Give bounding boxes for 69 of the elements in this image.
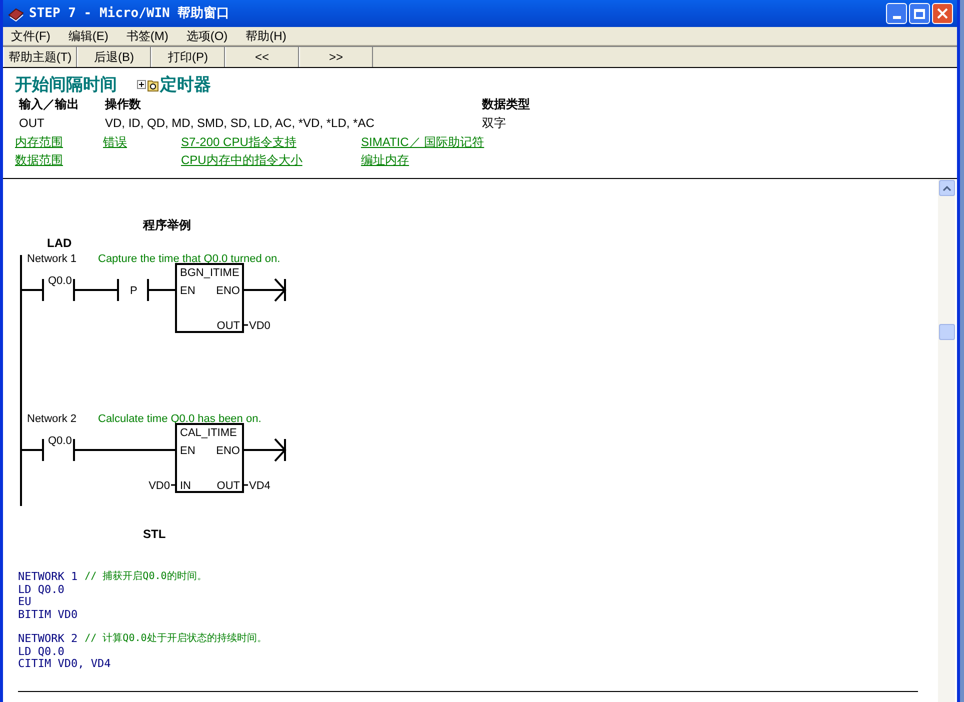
column-header: 操作数 — [104, 96, 142, 113]
operand-label: VD0 — [148, 480, 170, 492]
help-link[interactable]: 编址内存 — [361, 152, 409, 169]
column-header: 数据类型 — [480, 96, 531, 113]
operand-label: VD4 — [249, 480, 270, 492]
menu-item[interactable]: 书签(M) — [122, 27, 172, 45]
code-line: EU — [18, 596, 32, 608]
toolbar-button[interactable]: 帮助主题(T) — [3, 47, 77, 67]
help-link[interactable]: SIMATIC／ 国际助记符 — [361, 134, 484, 151]
network-label: Network 2 — [27, 413, 77, 425]
coil-arrow — [242, 278, 286, 302]
contact-label: Q0.0 — [48, 435, 72, 447]
topic-title: 开始间隔时间 — [15, 76, 117, 92]
code-line: BITIM VD0 — [18, 608, 79, 621]
network-label: Network 1 — [27, 253, 77, 265]
pin-label: OUT — [216, 480, 240, 492]
minimize-button[interactable] — [886, 3, 907, 24]
stl-label: STL — [143, 526, 166, 543]
network-comment: Capture the time that Q0.0 turned on. — [98, 253, 280, 265]
scroll-up-button[interactable] — [938, 180, 954, 196]
function-box — [175, 263, 244, 333]
pin-label: OUT — [216, 320, 240, 332]
toolbar-button[interactable]: >> — [299, 47, 373, 67]
code-line: CITIM VD0, VD4 — [18, 658, 112, 670]
toolbar-button[interactable]: 后退(B) — [77, 47, 151, 67]
box-title: CAL_ITIME — [180, 427, 237, 439]
edge-label: P — [130, 285, 138, 297]
code-line: LD Q0.0 — [18, 646, 66, 658]
network-comment: Calculate time Q0.0 has been on. — [98, 413, 262, 425]
book-icon — [7, 6, 25, 22]
menu-item[interactable]: 帮助(H) — [242, 27, 290, 45]
toolbar-button[interactable]: << — [225, 47, 299, 67]
help-link[interactable]: CPU内存中的指令大小 — [181, 152, 302, 169]
close-icon — [937, 8, 948, 19]
menu-item[interactable]: 文件(F) — [7, 27, 54, 45]
contact-label: Q0.0 — [48, 275, 72, 287]
code-comment: // 计算Q0.0处于开启状态的持续时间。 — [84, 633, 267, 646]
coil-arrow — [242, 438, 286, 462]
table-cell-text: VD, ID, QD, MD, SMD, SD, LD, AC, *VD, *LD, *AC — [104, 115, 376, 132]
lad-label: LAD — [47, 235, 72, 252]
operand-label: VD0 — [249, 320, 270, 332]
scroll-thumb[interactable] — [938, 324, 954, 340]
pin-label: EN — [180, 285, 196, 297]
menu-item[interactable]: 编辑(E) — [64, 27, 112, 45]
help-link[interactable]: S7-200 CPU指令支持 — [181, 134, 296, 151]
code-comment: // 捕获开启Q0.0的时间。 — [84, 571, 207, 584]
maximize-button[interactable] — [909, 3, 930, 24]
pin-label: EN — [180, 445, 196, 457]
help-link[interactable]: 错误 — [103, 134, 127, 151]
pin-label: IN — [180, 480, 191, 492]
table-cell-text: OUT — [18, 115, 46, 132]
pin-label: ENO — [216, 285, 240, 297]
table-cell-text: 双字 — [481, 115, 507, 132]
code-line: LD Q0.0 — [18, 584, 66, 596]
code-line: NETWORK 1 — [18, 571, 78, 584]
pin-label: ENO — [216, 445, 240, 457]
example-heading: 程序举例 — [143, 217, 191, 234]
column-header: 输入／输出 — [18, 96, 80, 113]
menu-item[interactable]: 选项(O) — [182, 27, 232, 45]
window-title: STEP 7 - Micro/WIN 帮助窗口 — [29, 4, 230, 23]
help-link[interactable]: 数据范围 — [15, 152, 63, 169]
scrollbar[interactable] — [938, 179, 955, 702]
code-line: NETWORK 2 — [18, 633, 78, 646]
close-button[interactable] — [932, 3, 953, 24]
help-link[interactable]: 内存范围 — [15, 134, 63, 151]
chevron-up-icon — [942, 186, 950, 190]
box-title: BGN_ITIME — [180, 267, 240, 279]
breadcrumb-link[interactable]: 定时器 — [160, 76, 211, 92]
toolbar-button[interactable]: 打印(P) — [151, 47, 225, 67]
